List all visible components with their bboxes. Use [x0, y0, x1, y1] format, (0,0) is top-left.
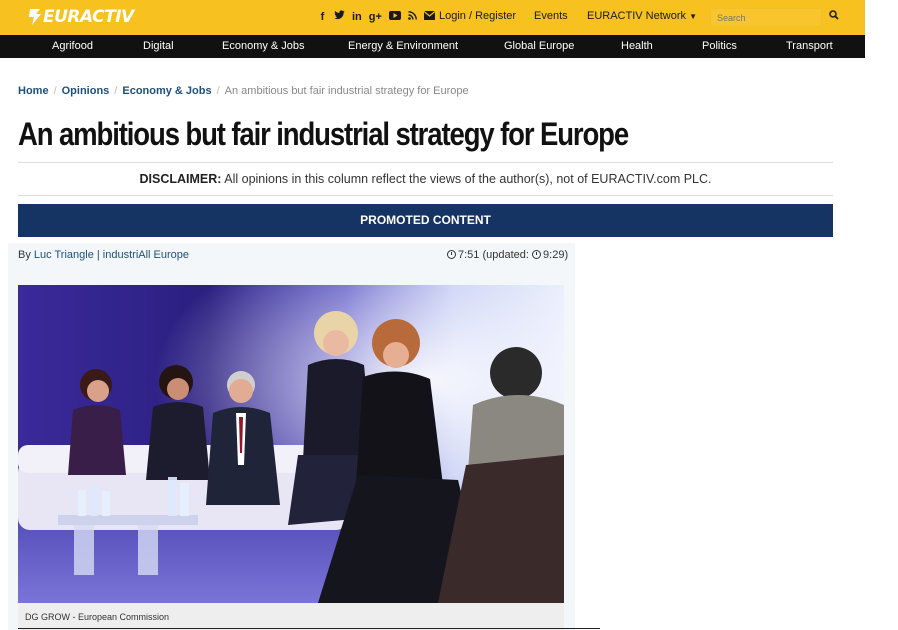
login-register-link[interactable]: Login / Register — [439, 10, 516, 22]
nav-item-energy-environment[interactable]: Energy & Environment — [348, 40, 458, 52]
events-link[interactable]: Events — [534, 10, 568, 22]
breadcrumb-separator: / — [114, 85, 118, 97]
nav-item-transport[interactable]: Transport — [786, 40, 833, 52]
breadcrumb: Home / Opinions / Economy & Jobs / An am… — [18, 85, 469, 97]
nav-item-politics[interactable]: Politics — [702, 40, 737, 52]
facebook-icon[interactable]: f — [318, 11, 327, 24]
social-links: f in g+ — [318, 10, 436, 24]
linkedin-icon[interactable]: in — [352, 11, 362, 24]
top-bar: EURACTIV f in g+ Login / Register Events… — [0, 0, 865, 35]
nav-item-digital[interactable]: Digital — [143, 40, 174, 52]
network-dropdown[interactable]: EURACTIV Network ▼ — [587, 10, 697, 22]
byline: By Luc Triangle | industriAll Europe — [18, 249, 189, 261]
logo-text: EURACTIV — [43, 7, 134, 27]
network-label: EURACTIV Network — [587, 10, 687, 22]
caret-down-icon: ▼ — [689, 12, 698, 21]
nav-item-global-europe[interactable]: Global Europe — [504, 40, 574, 52]
divider — [18, 628, 600, 629]
disclaimer: DISCLAIMER: All opinions in this column … — [18, 172, 833, 186]
publish-time: 7:51 — [458, 249, 480, 261]
breadcrumb-home[interactable]: Home — [18, 85, 49, 97]
updated-time: 9:29) — [543, 249, 569, 261]
photo-caption: DG GROW - European Commission — [18, 603, 564, 630]
twitter-icon[interactable] — [334, 10, 345, 24]
disclaimer-text: All opinions in this column reflect the … — [224, 172, 712, 186]
youtube-icon[interactable] — [388, 10, 401, 24]
disclaimer-label: DISCLAIMER: — [139, 172, 222, 186]
main-nav: Agrifood Digital Economy & Jobs Energy &… — [0, 35, 865, 58]
author-link[interactable]: Luc Triangle | industriAll Europe — [34, 249, 189, 261]
updated-prefix: (updated: — [482, 249, 529, 261]
timestamp: 7:51 (updated: 9:29) — [447, 249, 568, 261]
email-icon[interactable] — [423, 10, 436, 24]
divider — [18, 162, 833, 163]
breadcrumb-economy-jobs[interactable]: Economy & Jobs — [122, 85, 211, 97]
nav-item-health[interactable]: Health — [621, 40, 653, 52]
logo-flag-icon — [28, 7, 42, 27]
clock-icon — [532, 250, 542, 259]
panel-discussion-image — [18, 285, 564, 603]
breadcrumb-separator: / — [216, 85, 220, 97]
breadcrumb-separator: / — [53, 85, 57, 97]
google-plus-icon[interactable]: g+ — [369, 11, 382, 24]
nav-item-economy-jobs[interactable]: Economy & Jobs — [222, 40, 305, 52]
euractiv-logo[interactable]: EURACTIV — [28, 5, 134, 29]
rss-icon[interactable] — [408, 10, 417, 24]
article-title: An ambitious but fair industrial strateg… — [18, 116, 629, 152]
breadcrumb-opinions[interactable]: Opinions — [62, 85, 110, 97]
byline-prefix: By — [18, 249, 31, 261]
search-input[interactable] — [710, 8, 822, 27]
clock-icon — [447, 250, 456, 259]
search-icon[interactable] — [829, 10, 839, 23]
divider — [18, 195, 833, 196]
breadcrumb-current: An ambitious but fair industrial strateg… — [224, 85, 469, 97]
promoted-content-banner: PROMOTED CONTENT — [18, 204, 833, 237]
article-photo — [18, 285, 564, 603]
nav-item-agrifood[interactable]: Agrifood — [52, 40, 93, 52]
